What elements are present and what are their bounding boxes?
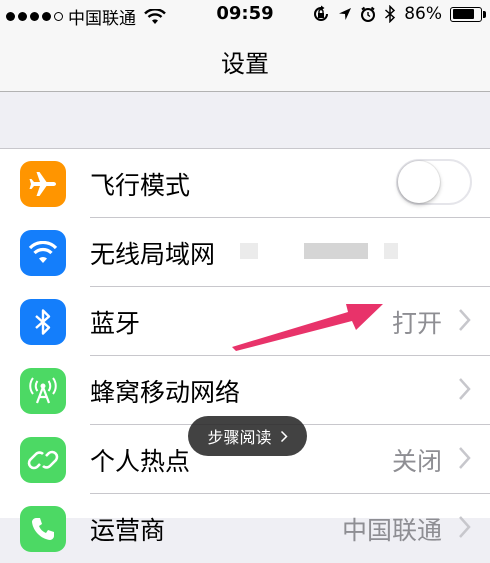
redacted-network-name bbox=[304, 243, 368, 259]
page-title: 设置 bbox=[221, 50, 269, 78]
chevron-right-icon bbox=[459, 516, 471, 538]
step-reading-button[interactable]: 步骤阅读 bbox=[188, 416, 307, 456]
settings-row-label: 飞行模式 bbox=[90, 171, 191, 200]
settings-row-carrier[interactable]: 运营商 中国联通 bbox=[0, 494, 490, 563]
settings-row-airplane-mode[interactable]: 飞行模式 bbox=[0, 149, 490, 218]
redacted-network-name bbox=[384, 243, 398, 259]
chevron-right-icon bbox=[459, 447, 471, 469]
status-bar-right: 86% bbox=[312, 4, 486, 24]
hotspot-status-value: 关闭 bbox=[391, 447, 442, 476]
bluetooth-icon bbox=[20, 299, 66, 345]
rotation-lock-icon bbox=[314, 5, 329, 21]
cellular-antenna-icon bbox=[20, 368, 66, 414]
navigation-bar: 设置 bbox=[0, 30, 490, 92]
chevron-right-icon bbox=[280, 430, 288, 442]
toggle-knob bbox=[398, 161, 440, 203]
chevron-right-icon bbox=[459, 309, 471, 331]
bluetooth-status-value: 打开 bbox=[391, 309, 442, 338]
settings-row-label: 蜂窝移动网络 bbox=[90, 378, 241, 407]
battery-level bbox=[452, 9, 474, 19]
carrier-value: 中国联通 bbox=[341, 516, 442, 545]
wifi-icon bbox=[20, 230, 66, 276]
redacted-network-name bbox=[240, 243, 258, 259]
settings-row-label: 无线局域网 bbox=[90, 240, 216, 269]
settings-row-label: 个人热点 bbox=[90, 447, 191, 476]
location-icon bbox=[339, 8, 352, 20]
step-reading-label: 步骤阅读 bbox=[207, 428, 272, 447]
airplane-icon bbox=[20, 161, 66, 207]
phone-icon bbox=[20, 506, 66, 552]
settings-row-cellular[interactable]: 蜂窝移动网络 bbox=[0, 356, 490, 425]
battery-icon bbox=[450, 6, 486, 22]
annotation-arrow bbox=[232, 304, 383, 351]
status-bar: 中国联通 09:59 86% bbox=[0, 0, 490, 30]
battery-percent: 86% bbox=[404, 4, 442, 24]
bluetooth-icon bbox=[385, 5, 396, 23]
chevron-right-icon bbox=[459, 378, 471, 400]
hotspot-icon bbox=[20, 437, 66, 483]
settings-row-label: 蓝牙 bbox=[90, 309, 141, 338]
airplane-mode-toggle[interactable] bbox=[396, 159, 472, 205]
alarm-icon bbox=[361, 6, 376, 22]
settings-row-label: 运营商 bbox=[90, 516, 166, 545]
